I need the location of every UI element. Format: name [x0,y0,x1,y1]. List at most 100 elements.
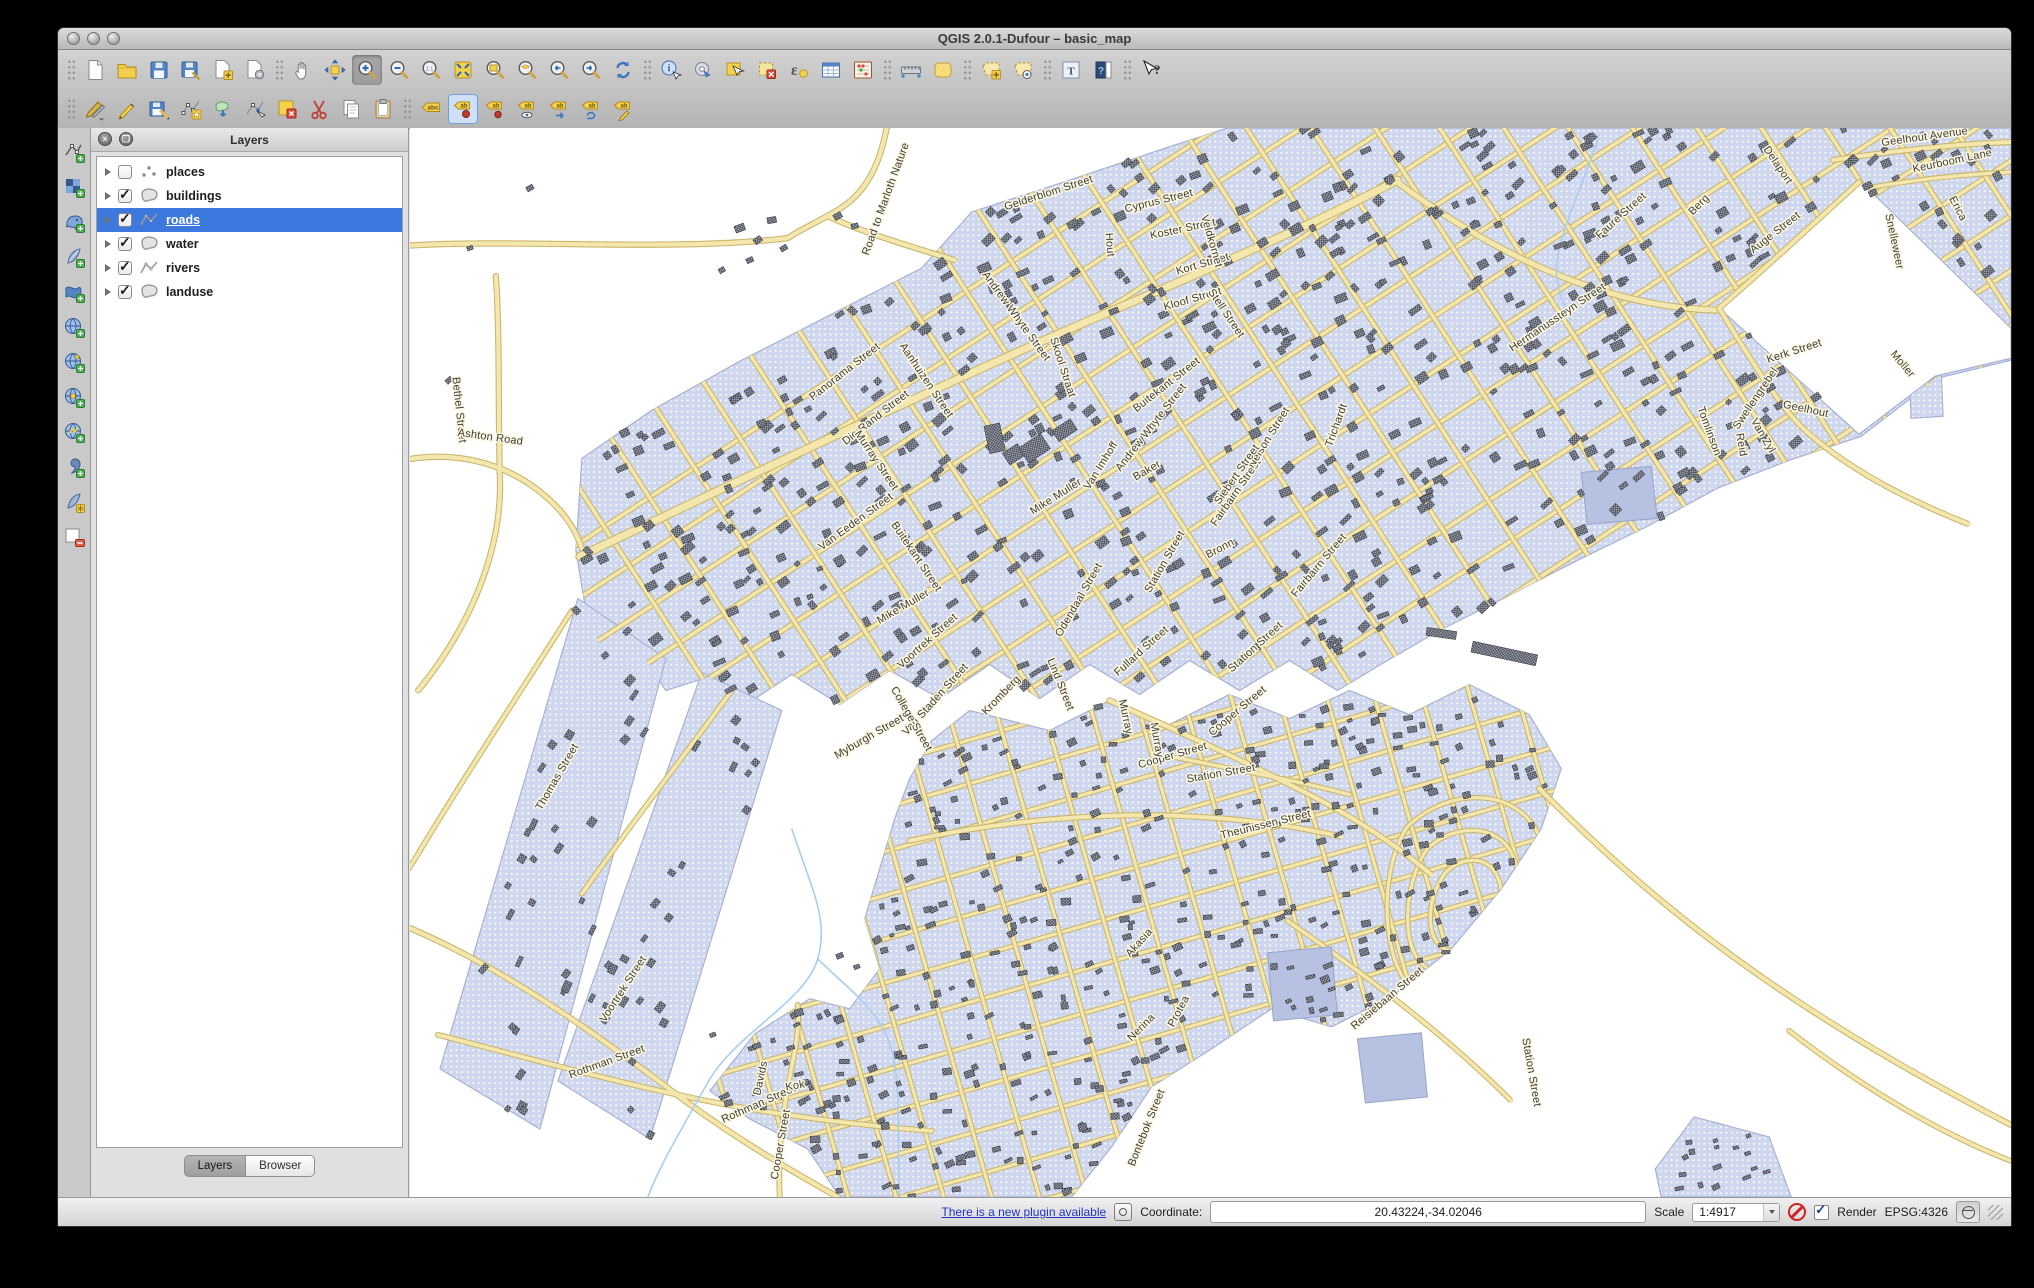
coordinate-input[interactable] [1210,1201,1646,1223]
zoom-to-layer-button[interactable] [512,55,542,85]
layer-visibility-checkbox[interactable] [118,285,132,299]
zoom-native-button[interactable]: 1:1 [416,55,446,85]
open-project-icon [115,58,139,82]
zoom-full-button[interactable] [448,55,478,85]
copy-features-button[interactable] [336,94,366,124]
layer-visibility-checkbox[interactable] [118,237,132,251]
delete-selected-button[interactable] [272,94,302,124]
remove-layer-button[interactable] [60,523,88,551]
toggle-editing-button[interactable] [112,94,142,124]
layer-item-landuse[interactable]: landuse [97,280,402,304]
run-feature-action-button[interactable] [688,55,718,85]
window-controls[interactable] [67,32,120,45]
layer-item-places[interactable]: places [97,160,402,184]
expand-arrow-icon[interactable] [105,288,111,296]
move-feature-button[interactable] [208,94,238,124]
layer-visibility-checkbox[interactable] [118,261,132,275]
save-project-as-button[interactable] [176,55,206,85]
pan-to-selection-button[interactable] [320,55,350,85]
rotate-label-tool-button[interactable]: ab [576,94,606,124]
save-layer-edits-button[interactable] [144,94,174,124]
layer-item-buildings[interactable]: buildings [97,184,402,208]
add-wms-layer-button[interactable] [60,348,88,376]
zoom-to-selection-button[interactable] [480,55,510,85]
new-print-composer-button[interactable] [208,55,238,85]
tab-browser[interactable]: Browser [246,1155,315,1177]
expand-arrow-icon[interactable] [105,168,111,176]
new-spatialite-layer-button[interactable] [60,488,88,516]
layer-visibility-checkbox[interactable] [118,189,132,203]
add-delimited-text-layer-button[interactable] [60,453,88,481]
close-window-icon[interactable] [67,32,80,45]
save-project-button[interactable] [144,55,174,85]
refresh-map-button[interactable] [608,55,638,85]
expand-arrow-icon[interactable] [105,192,111,200]
add-postgis-layer-button[interactable] [60,208,88,236]
identify-features-button[interactable]: i [656,55,686,85]
expand-arrow-icon[interactable] [105,216,111,224]
add-raster-layer-button[interactable] [60,173,88,201]
title-bar[interactable]: QGIS 2.0.1-Dufour – basic_map [58,28,2011,50]
select-by-expression-button[interactable]: ε [784,55,814,85]
plugin-icon[interactable] [1114,1203,1132,1221]
select-features-button[interactable] [720,55,750,85]
add-oracle-layer-button[interactable] [60,313,88,341]
zoom-in-button[interactable] [352,55,382,85]
layer-item-rivers[interactable]: rivers [97,256,402,280]
label-arrow-button[interactable]: ab [544,94,574,124]
zoom-next-button[interactable] [576,55,606,85]
composer-manager-button[interactable] [240,55,270,85]
show-hide-labels-button[interactable]: ab [512,94,542,124]
expand-arrow-icon[interactable] [105,264,111,272]
add-wfs-layer-button[interactable] [60,418,88,446]
open-attribute-table-button[interactable] [816,55,846,85]
layer-visibility-checkbox[interactable] [118,165,132,179]
scale-dropdown-icon[interactable] [1763,1204,1779,1221]
stop-render-icon[interactable] [1788,1203,1806,1221]
text-annotation-button[interactable]: T [1056,55,1086,85]
labeling-button[interactable]: abc [416,94,446,124]
whats-this-button[interactable]: ? [1136,55,1166,85]
rotate-label-button[interactable]: ab [480,94,510,124]
resize-grip[interactable] [1988,1205,2003,1220]
show-bookmarks-button[interactable] [1008,55,1038,85]
new-bookmark-button[interactable] [976,55,1006,85]
move-feature-icon [211,97,235,121]
plugin-available-link[interactable]: There is a new plugin available [941,1205,1106,1219]
zoom-window-icon[interactable] [107,32,120,45]
crs-status-icon[interactable] [1956,1201,1980,1223]
add-wcs-layer-button[interactable] [60,383,88,411]
layers-panel-header[interactable]: × ❐ Layers [91,128,408,152]
node-tool-button[interactable] [240,94,270,124]
map-canvas[interactable]: Road to Marloth NatureBethel StreetAshto… [410,128,2011,1197]
panel-float-icon[interactable]: ❐ [119,132,133,146]
layer-item-water[interactable]: water [97,232,402,256]
cut-features-button[interactable] [304,94,334,124]
scale-combobox[interactable]: 1:4917 [1692,1203,1780,1222]
change-label-button[interactable]: ab [608,94,638,124]
measure-line-button[interactable] [896,55,926,85]
add-feature-button[interactable] [176,94,206,124]
panel-close-icon[interactable]: × [98,132,112,146]
layer-visibility-checkbox[interactable] [118,213,132,227]
minimize-window-icon[interactable] [87,32,100,45]
add-mssql-layer-button[interactable] [60,278,88,306]
add-vector-layer-button[interactable] [60,138,88,166]
layer-item-roads[interactable]: roads [97,208,402,232]
deselect-features-button[interactable] [752,55,782,85]
expand-arrow-icon[interactable] [105,240,111,248]
field-calculator-button[interactable] [848,55,878,85]
form-annotation-button[interactable]: ? [1088,55,1118,85]
pan-map-button[interactable] [288,55,318,85]
current-edits-button[interactable] [80,94,110,124]
add-spatialite-layer-button[interactable] [60,243,88,271]
render-checkbox[interactable] [1814,1205,1829,1220]
open-project-button[interactable] [112,55,142,85]
move-label-button[interactable]: ab [448,94,478,124]
zoom-out-button[interactable] [384,55,414,85]
measure-area-button[interactable] [928,55,958,85]
tab-layers[interactable]: Layers [184,1155,247,1177]
paste-features-button[interactable] [368,94,398,124]
new-project-button[interactable] [80,55,110,85]
zoom-last-button[interactable] [544,55,574,85]
